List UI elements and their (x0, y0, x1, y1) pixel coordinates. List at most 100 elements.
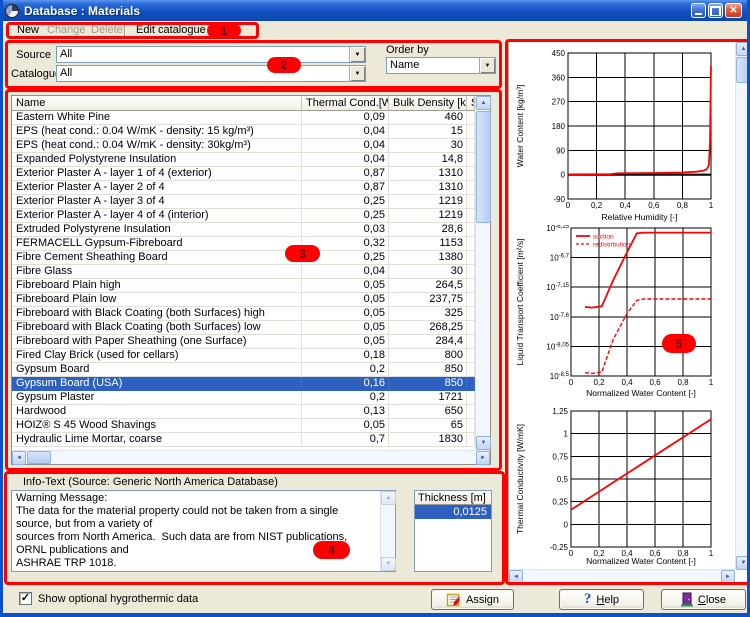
table-horizontal-scrollbar[interactable]: ◄ ► (12, 450, 490, 465)
table-row[interactable]: Exterior Plaster A - layer 2 of 4 0,87 131… (12, 181, 475, 195)
table-cell: 0,04 (302, 153, 389, 166)
table-row[interactable]: Eastern White Pine 0,09 460 (12, 111, 475, 125)
info-scroll-up-icon[interactable]: ▲ (381, 491, 396, 505)
table-row[interactable]: Gypsum Board 0,2 850 (12, 363, 475, 377)
column-header-thermal-cond[interactable]: Thermal Cond.[W/mK] (302, 96, 389, 111)
table-cell: 0,87 (302, 181, 389, 194)
table-row[interactable]: Fibreboard Plain high 0,05 264,5 (12, 279, 475, 293)
thickness-panel: Thickness [m] 0,0125 (414, 490, 492, 572)
column-header-bulk-density[interactable]: Bulk Density [kg/m³] (389, 96, 467, 111)
svg-text:-90: -90 (553, 195, 565, 204)
order-by-combo-arrow-icon[interactable]: ▼ (479, 58, 495, 73)
svg-text:0,8: 0,8 (677, 378, 689, 387)
materials-table: Name Thermal Cond.[W/mK] Bulk Density [k… (11, 95, 491, 465)
charts-vscroll-thumb[interactable] (736, 57, 747, 83)
svg-text:0,6: 0,6 (649, 378, 661, 387)
charts-scroll-right-icon[interactable]: ► (721, 570, 735, 584)
table-row[interactable]: Gypsum Plaster 0,2 1721 (12, 391, 475, 405)
window-title: Database : Materials (24, 3, 141, 18)
table-cell: 650 (389, 405, 467, 418)
table-row[interactable]: EPS (heat cond.: 0.04 W/mK - density: 30… (12, 139, 475, 153)
svg-text:-0,25: -0,25 (550, 543, 569, 552)
charts-vertical-scrollbar[interactable]: ▲ ▼ (735, 42, 747, 570)
table-cell: Fibre Glass (12, 265, 302, 278)
minimize-button[interactable] (691, 3, 706, 18)
catalogue-combo-arrow-icon[interactable]: ▼ (349, 66, 365, 81)
order-by-combo[interactable]: Name ▼ (386, 57, 496, 74)
svg-text:redistribution: redistribution (593, 242, 631, 249)
table-cell: Fibreboard Plain high (12, 279, 302, 292)
show-optional-hygrothermic-checkbox[interactable]: ✓ (19, 592, 32, 605)
table-row[interactable]: Fired Clay Brick (used for cellars) 0,18 8… (12, 349, 475, 363)
table-row[interactable]: Fibreboard Plain low 0,05 237,75 (12, 293, 475, 307)
svg-text:10-7,6: 10-7,6 (550, 313, 570, 322)
table-cell: Expanded Polystyrene Insulation (12, 153, 302, 166)
source-combo[interactable]: All ▼ (56, 46, 366, 63)
menu-bar: New Change Delete Edit catalogue (3, 21, 747, 40)
table-row[interactable]: FERMACELL Gypsum-Fibreboard 0,32 1153 (12, 237, 475, 251)
svg-text:1: 1 (709, 201, 714, 210)
table-row[interactable]: Exterior Plaster A - layer 1 of 4 (exter… (12, 167, 475, 181)
table-row[interactable]: Exterior Plaster A - layer 3 of 4 0,25 121… (12, 195, 475, 209)
column-header-sp[interactable]: Sp (467, 96, 475, 111)
scroll-up-icon[interactable]: ▲ (476, 96, 491, 110)
table-row[interactable]: Hydraulic Lime Mortar, coarse 0,7 1830 (12, 433, 475, 447)
table-row[interactable]: Hardwood 0,13 650 (12, 405, 475, 419)
charts-scroll-down-icon[interactable]: ▼ (736, 556, 747, 570)
table-row[interactable]: Fibreboard with Paper Sheathing (one Sur… (12, 335, 475, 349)
table-row[interactable]: EPS (heat cond.: 0.04 W/mK - density: 15… (12, 125, 475, 139)
charts-horizontal-scrollbar[interactable]: ◄ ► (509, 569, 735, 584)
menu-new[interactable]: New (17, 24, 39, 36)
table-cell: 800 (389, 349, 467, 362)
svg-text:suction: suction (593, 234, 614, 241)
table-row[interactable]: Fibre Glass 0,04 30 (12, 265, 475, 279)
thickness-value[interactable]: 0,0125 (415, 505, 491, 519)
scroll-left-icon[interactable]: ◄ (12, 451, 26, 465)
table-cell: 0,05 (302, 321, 389, 334)
menu-delete: Delete (91, 24, 123, 36)
catalogue-combo[interactable]: All ▼ (56, 65, 366, 82)
help-button[interactable]: ? Help (559, 589, 644, 610)
assign-button-label: Assign (465, 593, 500, 606)
table-row[interactable]: Gypsum Board (USA) 0,16 850 (12, 377, 475, 391)
table-row[interactable]: Fibre Cement Sheathing Board 0,25 1380 (12, 251, 475, 265)
info-vertical-scrollbar[interactable]: ▲ ▼ (380, 491, 396, 571)
svg-text:0,2: 0,2 (591, 201, 603, 210)
svg-text:0: 0 (569, 549, 574, 558)
table-cell: 65 (389, 419, 467, 432)
table-vscroll-thumb[interactable] (476, 111, 491, 223)
table-vertical-scrollbar[interactable]: ▲ ▼ (475, 96, 491, 450)
table-cell: Hardwood (12, 405, 302, 418)
table-cell (467, 251, 475, 264)
maximize-button[interactable] (708, 3, 723, 18)
charts-scroll-up-icon[interactable]: ▲ (736, 42, 747, 56)
table-row[interactable]: Fibreboard with Black Coating (both Surf… (12, 321, 475, 335)
table-cell (467, 307, 475, 320)
charts-scroll-left-icon[interactable]: ◄ (509, 570, 523, 584)
menu-edit-catalogue[interactable]: Edit catalogue (136, 24, 206, 36)
svg-text:0,75: 0,75 (552, 452, 568, 461)
assign-button[interactable]: Assign (431, 589, 514, 610)
table-cell: 325 (389, 307, 467, 320)
table-cell: 0,05 (302, 279, 389, 292)
close-window-button[interactable]: ✕ (725, 3, 742, 18)
column-header-name[interactable]: Name (12, 96, 302, 111)
close-button[interactable]: Close (661, 589, 746, 610)
table-cell (467, 111, 475, 124)
scroll-down-icon[interactable]: ▼ (476, 436, 491, 450)
info-scroll-down-icon[interactable]: ▼ (381, 557, 396, 571)
table-cell: 0,04 (302, 125, 389, 138)
table-cell: 0,25 (302, 209, 389, 222)
source-combo-arrow-icon[interactable]: ▼ (349, 47, 365, 62)
svg-text:0,4: 0,4 (621, 378, 633, 387)
info-textarea[interactable]: Warning Message: The data for the materi… (11, 490, 396, 572)
table-row[interactable]: HOIZ® S 45 Wood Shavings 0,05 65 (12, 419, 475, 433)
table-hscroll-thumb[interactable] (27, 451, 51, 464)
table-row[interactable]: Expanded Polystyrene Insulation 0,04 14,8 (12, 153, 475, 167)
scroll-right-icon[interactable]: ► (476, 451, 490, 465)
help-button-label: Help (596, 593, 620, 606)
table-row[interactable]: Fibreboard with Black Coating (both Surf… (12, 307, 475, 321)
table-row[interactable]: Exterior Plaster A - layer 4 of 4 (inter… (12, 209, 475, 223)
table-cell: 0,7 (302, 433, 389, 446)
table-row[interactable]: Extruded Polystyrene Insulation 0,03 28,6 (12, 223, 475, 237)
